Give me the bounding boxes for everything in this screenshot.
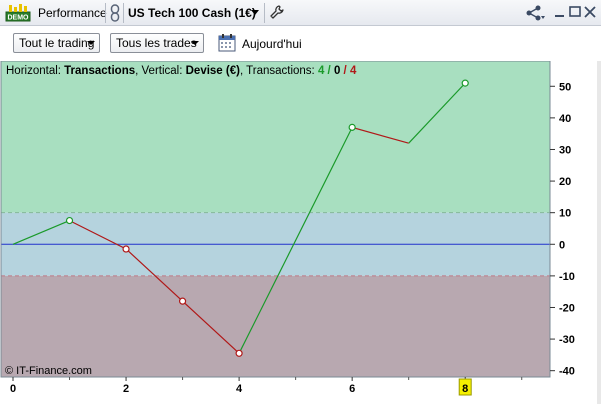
- y-tick-label: 40: [559, 113, 571, 125]
- data-point-marker: [461, 79, 469, 87]
- performance-chart: 50 40 30 20 10 0 -10 -20 -30 -40 0 2 4 6 8 Horizontal…: [0, 60, 601, 404]
- transactions-loss-count: 4: [350, 65, 357, 77]
- filter-toolbar: Tout le trading Tous les trades Aujourd'…: [0, 27, 601, 61]
- vertical-prefix: , Vertical:: [135, 65, 186, 77]
- chevron-down-icon: [87, 41, 95, 45]
- demo-badge-text: DEMO: [8, 15, 30, 22]
- demo-badge-icon: DEMO: [5, 4, 31, 22]
- share-icon[interactable]: [524, 4, 546, 22]
- title-bar: DEMO Performance US Tech 100 Cash (1€): [0, 0, 601, 26]
- separator: [264, 3, 265, 23]
- trades-filter-dropdown[interactable]: Tous les trades: [110, 33, 204, 53]
- data-point-marker: [122, 245, 130, 253]
- y-tick-label: 30: [559, 144, 571, 156]
- instrument-selector[interactable]: US Tech 100 Cash (1€): [128, 0, 256, 26]
- x-tick-label: 4: [236, 383, 243, 395]
- y-tick-label: -40: [559, 366, 575, 378]
- today-label: Aujourd'hui: [242, 37, 302, 51]
- data-point-marker: [235, 349, 243, 357]
- x-tick-label: 8: [462, 383, 468, 395]
- transactions-slash: /: [340, 65, 350, 77]
- y-tick-label: 50: [559, 81, 571, 93]
- data-point-marker: [178, 297, 187, 305]
- y-tick-label: 10: [559, 208, 571, 220]
- y-tick-label: -10: [559, 271, 575, 283]
- y-tick-label: -30: [559, 334, 575, 346]
- data-point-marker: [348, 123, 356, 131]
- trading-filter-label: Tout le trading: [19, 36, 95, 50]
- trades-filter-label: Tous les trades: [116, 36, 197, 50]
- trading-filter-dropdown[interactable]: Tout le trading: [13, 33, 100, 53]
- watermark: © IT-Finance.com: [5, 365, 92, 377]
- y-tick-label: -20: [559, 302, 575, 314]
- window-frame: [597, 61, 601, 404]
- transactions-prefix: , Transactions:: [240, 65, 318, 77]
- wrench-icon[interactable]: [270, 5, 284, 20]
- chart-info-header: Horizontal: Transactions, Vertical: Devi…: [6, 65, 357, 77]
- chart-canvas: 50 40 30 20 10 0 -10 -20 -30 -40 0 2 4 6 8 Horizontal…: [0, 60, 575, 396]
- loss-zone: [1, 275, 550, 377]
- horizontal-prefix: Horizontal:: [6, 65, 64, 77]
- x-tick-label: 0: [10, 383, 16, 395]
- separator: [123, 3, 124, 23]
- y-tick-label: 0: [559, 239, 565, 251]
- vertical-value: Devise (€): [186, 65, 241, 77]
- minimize-icon[interactable]: [553, 5, 567, 19]
- x-tick-label: 6: [349, 383, 355, 395]
- performance-tab[interactable]: Performance: [38, 0, 107, 26]
- separator: [105, 3, 106, 23]
- close-icon[interactable]: [583, 5, 597, 19]
- chevron-down-icon[interactable]: [251, 10, 259, 16]
- transactions-slash: /: [324, 65, 334, 77]
- horizontal-value: Transactions: [64, 65, 135, 77]
- x-tick-label: 2: [123, 383, 129, 395]
- calendar-icon: [218, 34, 236, 52]
- chevron-down-icon: [191, 41, 199, 45]
- y-tick-label: 20: [559, 176, 571, 188]
- maximize-icon[interactable]: [568, 5, 582, 19]
- data-point-marker: [65, 216, 74, 225]
- link-icon[interactable]: [110, 4, 120, 22]
